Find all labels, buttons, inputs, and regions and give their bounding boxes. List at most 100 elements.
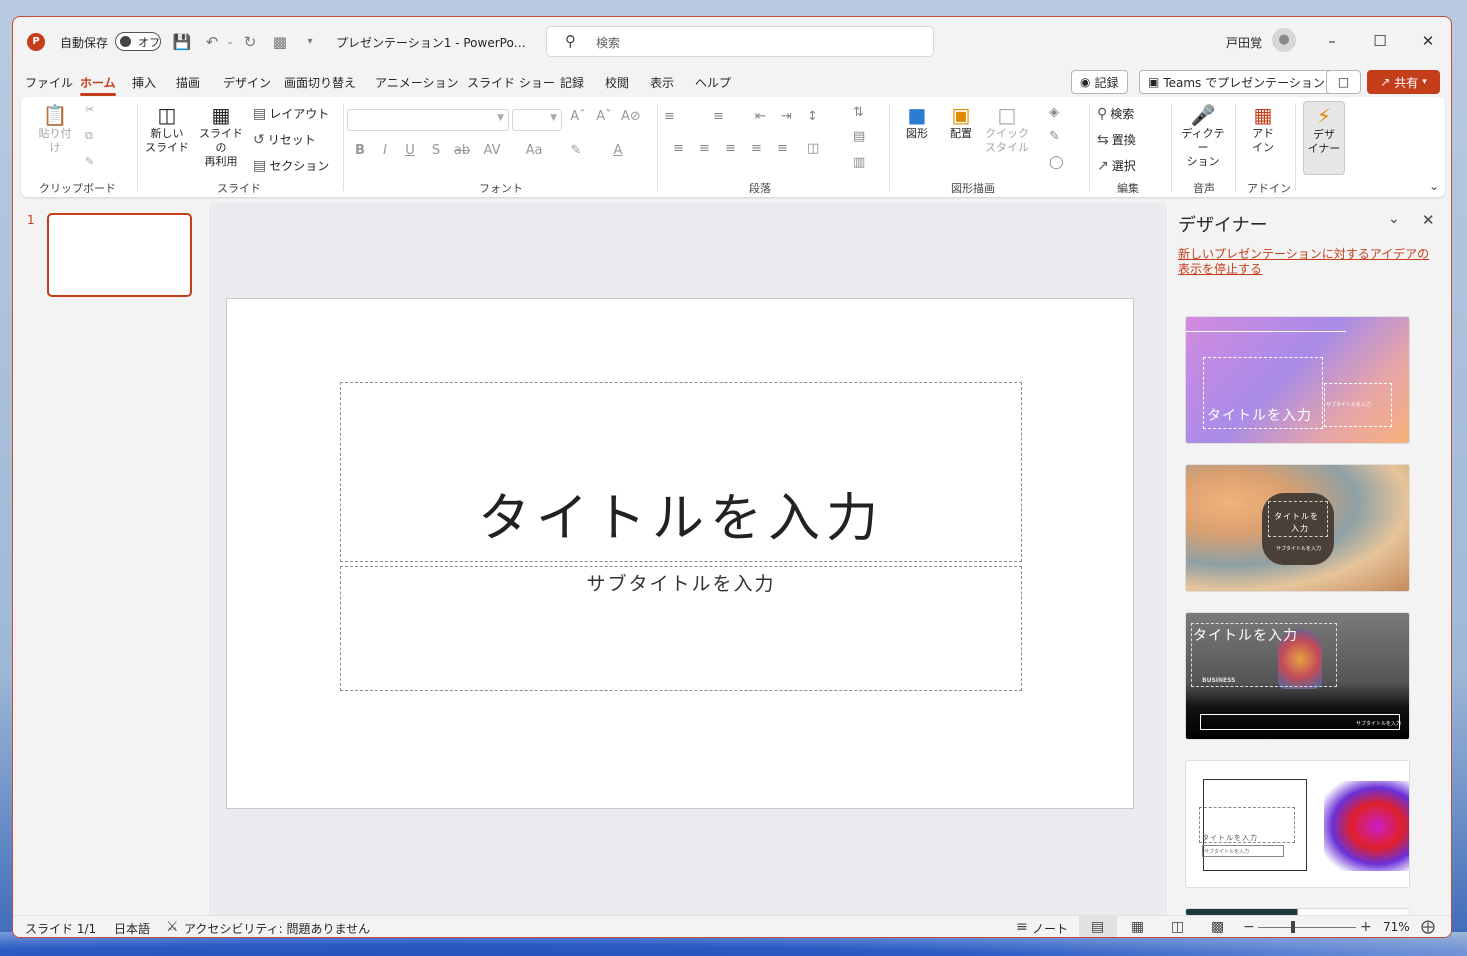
paste-button[interactable]: 📋 貼り付け (35, 103, 75, 155)
shape-fill-icon[interactable]: ◈ (1049, 105, 1059, 120)
tab-help[interactable]: ヘルプ (695, 74, 731, 91)
document-title[interactable]: プレゼンテーション1 - PowerPo… (336, 34, 526, 51)
close-button[interactable]: ✕ (1413, 27, 1443, 55)
language[interactable]: 日本語 (114, 920, 150, 937)
align-left-icon[interactable]: ≡ (673, 141, 684, 156)
bold-icon[interactable]: B (351, 143, 369, 158)
tab-animations[interactable]: アニメーション (375, 74, 459, 91)
numbering-icon[interactable]: ≡ (713, 109, 724, 124)
teams-present-button[interactable]: ▣ Teams でプレゼンテーション (1139, 70, 1334, 94)
tab-design[interactable]: デザイン (223, 74, 271, 91)
tab-insert[interactable]: 挿入 (132, 74, 156, 91)
shapes-button[interactable]: ■ 図形 (899, 103, 935, 141)
font-name-dropdown[interactable]: ▼ (347, 109, 509, 131)
zoom-slider[interactable] (1258, 927, 1356, 928)
fit-to-window-icon[interactable]: ⨁ (1421, 919, 1435, 935)
search-input[interactable]: ⚲ 検索 (546, 26, 934, 57)
avatar[interactable]: ● (1272, 28, 1296, 52)
smartart-icon[interactable]: ▥ (853, 155, 865, 170)
zoom-slider-thumb[interactable] (1291, 921, 1295, 933)
align-text-icon[interactable]: ▤ (853, 129, 865, 144)
tab-draw[interactable]: 描画 (176, 74, 200, 91)
line-spacing-icon[interactable]: ↕ (807, 109, 818, 124)
increase-font-icon[interactable]: Aˆ (569, 109, 587, 124)
design-idea-4[interactable]: タイトルを入力 サブタイトルを入力 (1185, 760, 1410, 888)
share-button[interactable]: ↗ 共有 ▾ (1367, 70, 1440, 94)
notes-icon[interactable]: ≡ (1016, 919, 1028, 935)
underline-icon[interactable]: U (401, 143, 419, 158)
slide-thumbnail[interactable] (47, 213, 192, 297)
columns-icon[interactable]: ◫ (807, 141, 819, 156)
save-icon[interactable]: 💾 (172, 32, 192, 52)
shape-effects-icon[interactable]: ◯ (1049, 155, 1064, 170)
find-button[interactable]: ⚲ 検索 (1097, 105, 1134, 122)
reuse-slides-button[interactable]: ▦ スライドの 再利用 (195, 103, 247, 169)
change-case-icon[interactable]: Aa (525, 143, 543, 158)
bullets-icon[interactable]: ≡ (664, 109, 675, 124)
zoom-out-icon[interactable]: − (1243, 919, 1255, 935)
text-direction-icon[interactable]: ⇅ (853, 105, 864, 120)
select-button[interactable]: ↗ 選択 (1097, 157, 1136, 174)
format-painter-icon[interactable]: ✎ (85, 155, 94, 169)
accessibility-status[interactable]: アクセシビリティ: 問題ありません (184, 920, 370, 937)
zoom-level[interactable]: 71% (1383, 920, 1410, 934)
stop-ideas-link[interactable]: 新しいプレゼンテーションに対するアイデアの表示を停止する (1178, 247, 1440, 277)
design-idea-3[interactable]: タイトルを入力 BUSINESS サブタイトルを入力 (1185, 612, 1410, 740)
align-right-icon[interactable]: ≡ (725, 141, 736, 156)
decrease-font-icon[interactable]: Aˇ (595, 109, 613, 124)
designer-button[interactable]: ⚡ デザ イナー (1303, 101, 1345, 175)
slide-count[interactable]: スライド 1/1 (25, 920, 96, 937)
comments-button[interactable]: □ (1326, 70, 1361, 94)
subtitle-placeholder[interactable]: サブタイトルを入力 (340, 566, 1022, 691)
distributed-icon[interactable]: ≡ (777, 141, 788, 156)
replace-button[interactable]: ⇆ 置換 (1097, 131, 1136, 148)
italic-icon[interactable]: I (376, 143, 394, 158)
maximize-button[interactable]: ☐ (1365, 27, 1395, 55)
tab-home[interactable]: ホーム (80, 74, 116, 96)
accessibility-icon[interactable]: ⚔ (166, 919, 179, 935)
reset-button[interactable]: ↺ リセット (253, 131, 316, 148)
tab-file[interactable]: ファイル (25, 74, 73, 91)
zoom-in-icon[interactable]: + (1360, 919, 1372, 935)
section-button[interactable]: ▤ セクション (253, 157, 329, 174)
tab-review[interactable]: 校閲 (605, 74, 629, 91)
design-idea-2[interactable]: タイトルを 入力 サブタイトルを入力 (1185, 464, 1410, 592)
layout-button[interactable]: ▤ レイアウト (253, 105, 329, 122)
shape-outline-icon[interactable]: ✎ (1049, 129, 1060, 144)
title-placeholder[interactable]: タイトルを入力 (340, 382, 1022, 562)
tab-slideshow[interactable]: スライド ショー (467, 74, 555, 91)
tab-view[interactable]: 表示 (650, 74, 674, 91)
slideshow-view-icon[interactable]: ▩ (1211, 919, 1224, 935)
close-icon[interactable]: ✕ (1422, 211, 1435, 229)
highlight-icon[interactable]: ✎ (567, 143, 585, 158)
font-size-dropdown[interactable]: ▼ (512, 109, 562, 131)
strikethrough-icon[interactable]: ab (453, 143, 471, 158)
new-slide-button[interactable]: ◫ 新しい スライド (145, 103, 189, 155)
autosave-toggle[interactable]: オフ (115, 32, 161, 51)
font-color-icon[interactable]: A (609, 143, 627, 158)
user-name[interactable]: 戸田覚 (1226, 34, 1262, 51)
design-idea-1[interactable]: タイトルを入力 サブタイトルを入力 (1185, 316, 1410, 444)
tab-transitions[interactable]: 画面切り替え (284, 74, 356, 91)
undo-dropdown-icon[interactable]: ⌄ (220, 32, 240, 52)
addins-button[interactable]: ▦ アド イン (1243, 103, 1283, 155)
increase-indent-icon[interactable]: ⇥ (781, 109, 792, 124)
undo-icon[interactable]: ↶ (202, 32, 222, 52)
justify-icon[interactable]: ≡ (751, 141, 762, 156)
slide-sorter-icon[interactable]: ▦ (1131, 919, 1144, 935)
minimize-button[interactable]: – (1317, 27, 1347, 55)
decrease-indent-icon[interactable]: ⇤ (755, 109, 766, 124)
slide-canvas[interactable]: タイトルを入力 サブタイトルを入力 (226, 298, 1134, 809)
dictate-button[interactable]: 🎤 ディクテー ション (1179, 103, 1227, 169)
cut-icon[interactable]: ✂ (85, 103, 94, 117)
tab-record[interactable]: 記録 (560, 74, 584, 91)
arrange-button[interactable]: ▣ 配置 (943, 103, 979, 141)
record-button[interactable]: ◉ 記録 (1071, 70, 1128, 94)
copy-icon[interactable]: ⧉ (85, 129, 93, 143)
char-spacing-icon[interactable]: AV (483, 143, 501, 158)
notes-button[interactable]: ノート (1032, 920, 1068, 937)
align-center-icon[interactable]: ≡ (699, 141, 710, 156)
shadow-icon[interactable]: S (427, 143, 445, 158)
redo-icon[interactable]: ↻ (240, 32, 260, 52)
reading-view-icon[interactable]: ◫ (1171, 919, 1184, 935)
